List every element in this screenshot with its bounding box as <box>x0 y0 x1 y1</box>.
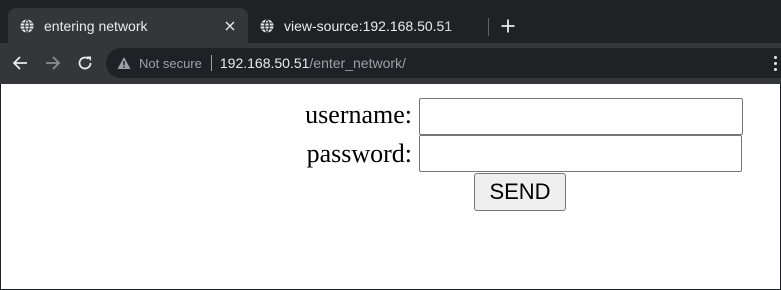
new-tab-button[interactable] <box>496 14 520 38</box>
browser-menu-button[interactable] <box>769 52 781 74</box>
password-label: password: <box>306 139 412 168</box>
tab-separator <box>488 18 489 36</box>
back-button[interactable] <box>8 51 32 75</box>
tab-strip: entering network view-source:192.168.50.… <box>0 0 781 43</box>
arrow-left-icon <box>12 56 27 70</box>
page-content: username: password: SEND <box>0 84 781 290</box>
arrow-right-icon <box>46 56 61 70</box>
tab-title: entering network <box>44 17 148 34</box>
globe-icon <box>20 18 34 33</box>
send-button[interactable]: SEND <box>474 173 566 211</box>
reload-icon <box>78 56 92 70</box>
address-bar[interactable]: Not secure 192.168.50.51/enter_network/ <box>106 48 781 78</box>
close-tab-icon[interactable] <box>222 18 238 34</box>
url-path: /enter_network/ <box>309 55 406 71</box>
tab-entering-network[interactable]: entering network <box>8 8 248 43</box>
username-field[interactable] <box>419 98 743 135</box>
tab-title: view-source:192.168.50.51 <box>284 17 453 34</box>
username-label: username: <box>305 100 412 129</box>
tab-strip-fade <box>761 4 781 43</box>
warning-icon[interactable] <box>117 56 131 70</box>
forward-button[interactable] <box>41 51 65 75</box>
address-divider <box>210 55 212 71</box>
globe-icon <box>260 18 274 33</box>
tab-view-source[interactable]: view-source:192.168.50.51 <box>248 8 484 43</box>
url-host: 192.168.50.51 <box>219 55 310 71</box>
password-field[interactable] <box>419 135 742 172</box>
plus-icon <box>501 19 515 33</box>
security-status[interactable]: Not secure <box>139 56 202 71</box>
reload-button[interactable] <box>73 51 97 75</box>
browser-toolbar: Not secure 192.168.50.51/enter_network/ <box>0 43 781 84</box>
